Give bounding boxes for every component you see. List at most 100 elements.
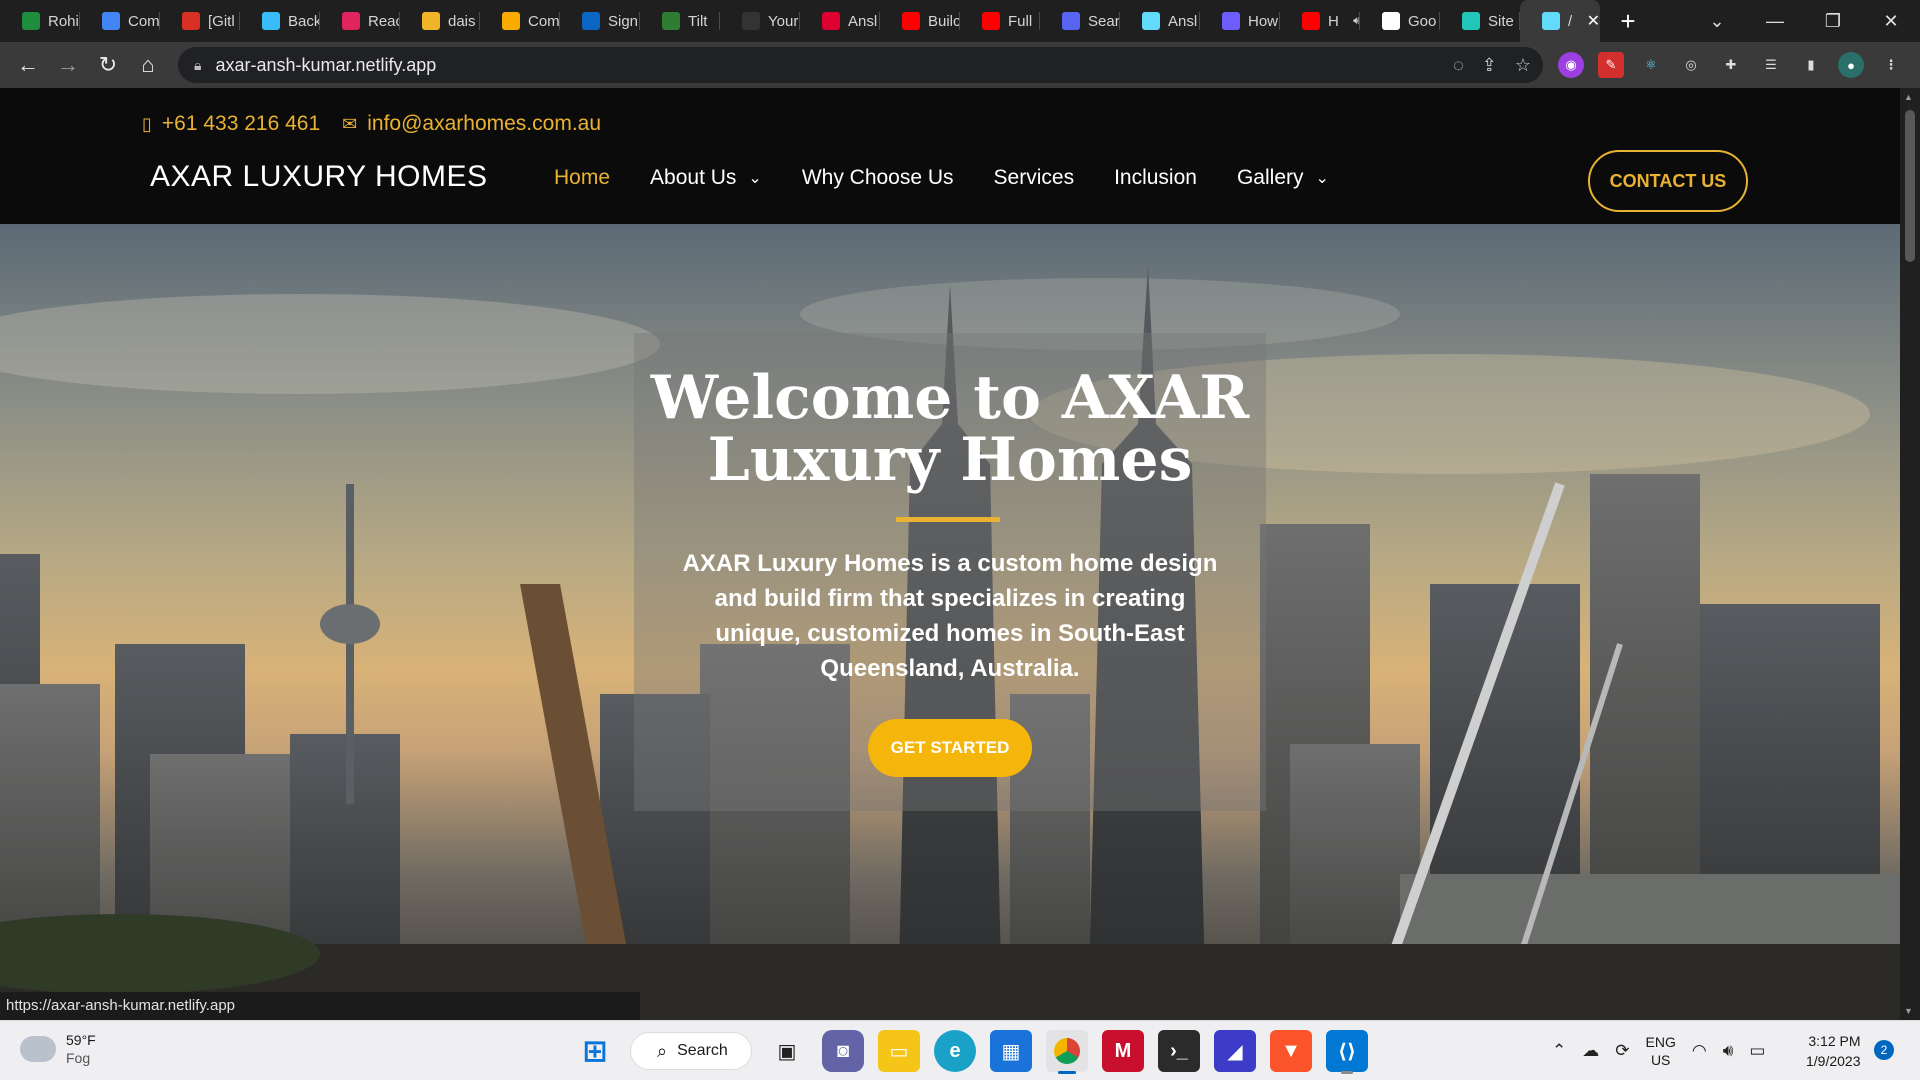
nav-home[interactable]: Home bbox=[554, 166, 610, 190]
bookmark-star-icon[interactable]: ☆ bbox=[1515, 55, 1531, 76]
share-icon[interactable]: ⇪ bbox=[1482, 55, 1497, 76]
scrollbar-thumb[interactable] bbox=[1905, 110, 1915, 262]
profile-avatar[interactable]: ● bbox=[1838, 52, 1864, 78]
nav-gallery[interactable]: Gallery ⌄ bbox=[1237, 166, 1329, 190]
restore-button[interactable]: ❐ bbox=[1804, 11, 1862, 32]
lock-icon[interactable]: 🔒︎ bbox=[194, 57, 201, 74]
eye-off-icon[interactable]: ◌ bbox=[1453, 55, 1464, 76]
window-controls: ⌄ — ❐ ✕ bbox=[1688, 0, 1920, 42]
close-window-button[interactable]: ✕ bbox=[1862, 11, 1920, 32]
contact-us-button[interactable]: CONTACT US bbox=[1588, 150, 1748, 212]
react-devtools-icon[interactable]: ⚛ bbox=[1638, 52, 1664, 78]
chevron-up-icon[interactable]: ⌃ bbox=[1552, 1041, 1566, 1061]
browser-tab[interactable]: Back bbox=[240, 0, 320, 42]
browser-tab[interactable]: Tilt bbox=[640, 0, 720, 42]
phone-item[interactable]: ▯ +61 433 216 461 bbox=[142, 112, 320, 136]
mcafee-icon[interactable]: M bbox=[1102, 1030, 1144, 1072]
extension-purple-icon[interactable]: ◉ bbox=[1558, 52, 1584, 78]
tab-title: Sear bbox=[1088, 12, 1120, 30]
drive-icon bbox=[502, 12, 520, 30]
teams-chat-icon[interactable]: ◙ bbox=[822, 1030, 864, 1072]
tab-list: Rohi Com [Gitl Back Reac dais Com Sign Tilt Your A… bbox=[0, 0, 1600, 42]
browser-tab[interactable]: H 🔊︎ bbox=[1280, 0, 1360, 42]
sync-icon[interactable]: ⟳ bbox=[1615, 1041, 1629, 1061]
scroll-down-arrow-icon[interactable]: ▼ bbox=[1904, 1006, 1913, 1016]
volume-icon[interactable]: 🔊︎ bbox=[1723, 1041, 1734, 1061]
menu-dots-icon[interactable]: ⋮ bbox=[1878, 52, 1904, 78]
side-panel-icon[interactable]: ▮ bbox=[1798, 52, 1824, 78]
notification-badge[interactable]: 2 bbox=[1874, 1040, 1894, 1060]
browser-tab[interactable]: Full bbox=[960, 0, 1040, 42]
browser-tab[interactable]: Rohi bbox=[0, 0, 80, 42]
browser-tab[interactable]: How bbox=[1200, 0, 1280, 42]
brand-logo[interactable]: AXAR LUXURY HOMES bbox=[150, 160, 488, 194]
address-url[interactable]: axar-ansh-kumar.netlify.app bbox=[215, 55, 436, 76]
email-address[interactable]: info@axarhomes.com.au bbox=[367, 112, 601, 136]
nav-inclusion[interactable]: Inclusion bbox=[1114, 166, 1197, 190]
browser-tab[interactable]: / ✕ bbox=[1520, 0, 1600, 42]
file-explorer-icon[interactable]: ▭ bbox=[878, 1030, 920, 1072]
onedrive-cloud-icon[interactable]: ☁ bbox=[1582, 1041, 1599, 1061]
get-started-button[interactable]: GET STARTED bbox=[868, 719, 1032, 777]
email-item[interactable]: ✉ info@axarhomes.com.au bbox=[342, 112, 601, 136]
nav-services[interactable]: Services bbox=[994, 166, 1075, 190]
nav-about[interactable]: About Us ⌄ bbox=[650, 166, 762, 190]
taskbar-search-label: Search bbox=[677, 1042, 728, 1059]
address-bar[interactable]: 🔒︎ axar-ansh-kumar.netlify.app ◌ ⇪ ☆ bbox=[178, 47, 1543, 83]
youtube-icon bbox=[902, 12, 920, 30]
browser-tab[interactable]: Ansl bbox=[800, 0, 880, 42]
forward-arrow-icon[interactable]: → bbox=[48, 45, 88, 85]
browser-tab[interactable]: Your bbox=[720, 0, 800, 42]
reload-icon[interactable]: ↻ bbox=[88, 45, 128, 85]
edge-browser-icon[interactable]: e bbox=[934, 1030, 976, 1072]
browser-tab[interactable]: dais bbox=[400, 0, 480, 42]
wifi-icon[interactable]: ◠ bbox=[1692, 1041, 1707, 1061]
battery-icon[interactable]: ▭ bbox=[1749, 1041, 1765, 1061]
minimize-button[interactable]: — bbox=[1746, 11, 1804, 32]
tab-audio-icon[interactable]: 🔊︎ bbox=[1353, 15, 1360, 28]
close-tab-icon[interactable]: ✕ bbox=[1587, 11, 1600, 31]
browser-tab[interactable]: Builc bbox=[880, 0, 960, 42]
tab-title: dais bbox=[448, 12, 476, 30]
tab-search-chevron-icon[interactable]: ⌄ bbox=[1688, 11, 1746, 32]
clock-date: 1/9/2023 bbox=[1806, 1053, 1861, 1069]
browser-tab[interactable]: Com bbox=[480, 0, 560, 42]
task-view-icon[interactable]: ▣ bbox=[766, 1030, 808, 1072]
back-arrow-icon[interactable]: ← bbox=[8, 45, 48, 85]
reading-list-icon[interactable]: ☰ bbox=[1758, 52, 1784, 78]
windows-start-icon[interactable]: ⊞ bbox=[574, 1030, 616, 1072]
home-icon[interactable]: ⌂ bbox=[128, 45, 168, 85]
terminal-icon[interactable]: ›_ bbox=[1158, 1030, 1200, 1072]
page-scrollbar[interactable]: ▲ ▼ bbox=[1900, 88, 1920, 1020]
microsoft-store-icon[interactable]: ▦ bbox=[990, 1030, 1032, 1072]
taskbar-apps: ⊞ ⌕ Search ▣ ◙ ▭ e ▦ M ›_ ◢ ▼ ⟨⟩ bbox=[574, 1029, 1368, 1074]
nav-why-choose-us[interactable]: Why Choose Us bbox=[802, 166, 954, 190]
brave-icon[interactable]: ▼ bbox=[1270, 1030, 1312, 1072]
react-icon bbox=[342, 12, 360, 30]
puzzle-extensions-icon[interactable]: ✚ bbox=[1718, 52, 1744, 78]
browser-tab[interactable]: Goo bbox=[1360, 0, 1440, 42]
phone-number[interactable]: +61 433 216 461 bbox=[162, 112, 320, 136]
scroll-up-arrow-icon[interactable]: ▲ bbox=[1904, 92, 1913, 102]
browser-tab[interactable]: Ansl bbox=[1120, 0, 1200, 42]
weather-widget[interactable]: 59°F Fog bbox=[20, 1031, 96, 1067]
nav-about-label: About Us bbox=[650, 166, 737, 189]
visual-studio-icon[interactable]: ◢ bbox=[1214, 1030, 1256, 1072]
browser-tab[interactable]: Com bbox=[80, 0, 160, 42]
taskbar-search[interactable]: ⌕ Search bbox=[630, 1032, 752, 1070]
vscode-icon[interactable]: ⟨⟩ bbox=[1326, 1030, 1368, 1074]
new-tab-button[interactable]: + bbox=[1608, 0, 1648, 42]
extension-red-icon[interactable]: ✎ bbox=[1598, 52, 1624, 78]
language-indicator[interactable]: ENG US bbox=[1646, 1033, 1676, 1069]
system-clock[interactable]: 3:12 PM 1/9/2023 bbox=[1806, 1031, 1861, 1071]
browser-tab[interactable]: Sear bbox=[1040, 0, 1120, 42]
main-nav: Home About Us ⌄ Why Choose Us Services In… bbox=[554, 166, 1329, 190]
target-extension-icon[interactable]: ◎ bbox=[1678, 52, 1704, 78]
browser-tab[interactable]: Reac bbox=[320, 0, 400, 42]
browser-tab[interactable]: Site bbox=[1440, 0, 1520, 42]
chrome-icon[interactable] bbox=[1046, 1030, 1088, 1074]
hero-title: Welcome to AXAR Luxury Homes bbox=[650, 363, 1250, 495]
lang-line1: ENG bbox=[1645, 1034, 1676, 1050]
browser-tab[interactable]: Sign bbox=[560, 0, 640, 42]
browser-tab[interactable]: [Gitl bbox=[160, 0, 240, 42]
